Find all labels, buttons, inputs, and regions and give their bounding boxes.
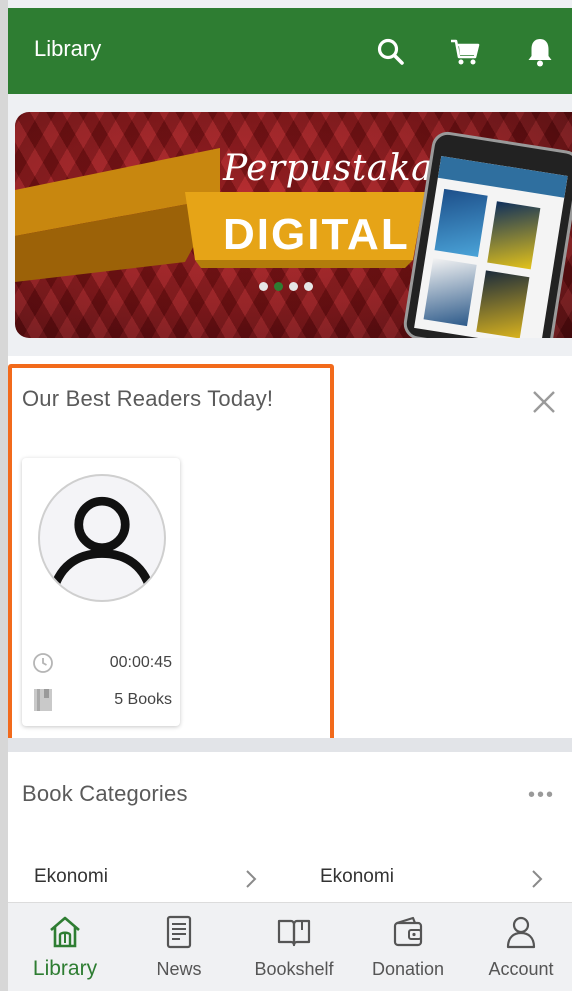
carousel-dot[interactable]	[259, 282, 268, 291]
nav-item-bookshelf[interactable]: Bookshelf	[239, 913, 349, 989]
bottom-navigation: Library News Bookshelf Donation Account	[8, 902, 572, 991]
book-cover-image	[423, 257, 477, 327]
user-icon	[506, 916, 536, 949]
phone-screen	[414, 155, 568, 338]
wallet-icon	[393, 916, 423, 947]
nav-label-account: Account	[488, 959, 554, 979]
category-item[interactable]: Ekonomi	[320, 866, 394, 888]
section-divider	[8, 738, 572, 752]
book-categories-section	[8, 752, 572, 912]
search-icon	[377, 38, 404, 65]
cart-icon	[451, 39, 480, 65]
top-app-bar: Library	[8, 8, 572, 94]
promo-banner-carousel[interactable]: Perpustakaan DIGITAL	[15, 112, 572, 338]
screen-edge	[0, 0, 8, 991]
nav-label-library: Library	[32, 957, 98, 980]
chevron-right-icon[interactable]	[240, 866, 262, 892]
cart-button[interactable]	[445, 32, 485, 72]
category-item[interactable]: Ekonomi	[34, 866, 108, 888]
more-options-button[interactable]: •••	[528, 784, 555, 807]
nav-item-donation[interactable]: Donation	[353, 913, 463, 989]
nav-item-news[interactable]: News	[124, 913, 234, 989]
search-button[interactable]	[371, 32, 411, 72]
highlight-outline	[8, 364, 334, 744]
book-open-icon	[277, 919, 311, 947]
carousel-dot[interactable]	[304, 282, 313, 291]
app-screen: Library Perpustakaan DIGITAL Our Best Re…	[8, 0, 572, 991]
carousel-dot[interactable]	[289, 282, 298, 291]
close-button[interactable]	[526, 384, 562, 420]
book-cover-image	[434, 188, 488, 257]
book-categories-title: Book Categories	[22, 781, 188, 806]
nav-label-bookshelf: Bookshelf	[254, 959, 334, 979]
carousel-indicator[interactable]	[259, 282, 313, 291]
bell-icon	[528, 39, 552, 67]
nav-item-account[interactable]: Account	[466, 913, 572, 989]
news-icon	[166, 915, 192, 949]
home-icon	[50, 916, 80, 948]
book-cover-image	[476, 270, 530, 338]
chevron-right-icon[interactable]	[526, 866, 548, 892]
page-title: Library	[34, 36, 102, 61]
nav-item-library[interactable]: Library	[10, 913, 120, 989]
carousel-dot[interactable]	[274, 282, 283, 291]
book-cover-image	[487, 201, 541, 270]
notifications-button[interactable]	[520, 32, 560, 72]
nav-label-donation: Donation	[371, 959, 445, 979]
close-icon	[533, 391, 555, 413]
nav-label-news: News	[156, 959, 202, 979]
banner-headline: DIGITAL	[223, 210, 410, 259]
